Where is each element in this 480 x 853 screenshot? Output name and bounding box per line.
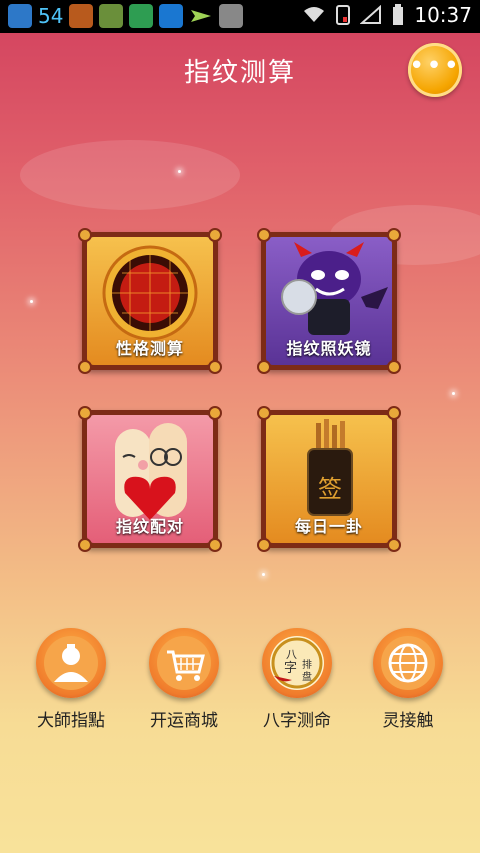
tile-corner bbox=[78, 406, 92, 420]
contacts-icon bbox=[8, 4, 32, 28]
tile-corner bbox=[257, 360, 271, 374]
battery-icon bbox=[393, 4, 404, 25]
tile-panel: 签 每日一卦 bbox=[266, 415, 392, 543]
bazi-plate-icon: 八 字 排 盘 bbox=[270, 636, 324, 690]
tile-corner bbox=[208, 406, 222, 420]
bazi-char: 字 bbox=[284, 661, 297, 676]
more-menu-button[interactable]: ••• bbox=[408, 43, 462, 97]
wifi-icon bbox=[304, 7, 325, 22]
tile-corner bbox=[257, 406, 271, 420]
star-decoration bbox=[452, 392, 455, 395]
svg-text:签: 签 bbox=[318, 475, 342, 503]
cleaner-icon bbox=[99, 4, 124, 28]
tile-corner bbox=[387, 228, 401, 242]
bazi-char: 排 bbox=[302, 658, 312, 671]
green-app-icon bbox=[129, 4, 154, 28]
status-bar: 54 10:37 bbox=[0, 0, 480, 33]
browser-icon bbox=[159, 4, 184, 28]
tile-corner bbox=[78, 538, 92, 552]
globe-icon bbox=[381, 636, 435, 690]
more-dots-icon: ••• bbox=[408, 51, 461, 81]
tile-corner bbox=[387, 406, 401, 420]
nav-circle: 八 字 排 盘 bbox=[262, 628, 332, 698]
star-decoration bbox=[178, 170, 181, 173]
nav-label: 八字测命 bbox=[263, 711, 331, 731]
signal-icon bbox=[360, 5, 382, 24]
send-icon bbox=[191, 10, 212, 22]
tile-fingerprint-mirror[interactable]: 指纹照妖镜 bbox=[257, 228, 401, 374]
tile-corner bbox=[387, 360, 401, 374]
tile-corner bbox=[257, 228, 271, 242]
clock: 10:37 bbox=[414, 3, 472, 27]
tile-corner bbox=[208, 538, 222, 552]
tile-corner bbox=[78, 228, 92, 242]
tile-panel: 指纹配对 bbox=[87, 415, 213, 543]
nav-label: 开运商城 bbox=[150, 711, 218, 731]
tile-label: 指纹配对 bbox=[115, 517, 184, 536]
nav-label: 灵接触 bbox=[382, 711, 434, 731]
nav-circle bbox=[36, 628, 106, 698]
tile-fingerprint-match[interactable]: 指纹配对 bbox=[78, 406, 222, 552]
tile-personality-test[interactable]: 性格测算 bbox=[78, 228, 222, 374]
tile-label: 性格测算 bbox=[115, 339, 184, 358]
tile-corner bbox=[78, 360, 92, 374]
tile-label: 指纹照妖镜 bbox=[286, 339, 372, 358]
cloud-decoration bbox=[20, 140, 240, 210]
notification-count: 54 bbox=[38, 4, 64, 28]
sim-icon bbox=[336, 5, 351, 25]
tile-corner bbox=[387, 538, 401, 552]
nav-circle bbox=[373, 628, 443, 698]
nav-label: 大師指點 bbox=[37, 711, 105, 731]
shopping-cart-icon bbox=[157, 636, 211, 690]
grid-icon bbox=[219, 4, 244, 28]
nav-circle bbox=[149, 628, 219, 698]
tile-corner bbox=[208, 360, 222, 374]
star-decoration bbox=[262, 573, 265, 576]
app-icon bbox=[69, 4, 94, 28]
tile-label: 每日一卦 bbox=[294, 517, 363, 536]
bazi-char: 八 bbox=[286, 648, 297, 661]
tile-panel: 指纹照妖镜 bbox=[266, 237, 392, 365]
tile-corner bbox=[208, 228, 222, 242]
master-icon bbox=[44, 636, 98, 690]
tile-corner bbox=[257, 538, 271, 552]
tile-daily-divination[interactable]: 签 每日一卦 bbox=[257, 406, 401, 552]
bazi-char: 盘 bbox=[302, 670, 312, 683]
star-decoration bbox=[30, 300, 33, 303]
tile-panel: 性格测算 bbox=[87, 237, 213, 365]
